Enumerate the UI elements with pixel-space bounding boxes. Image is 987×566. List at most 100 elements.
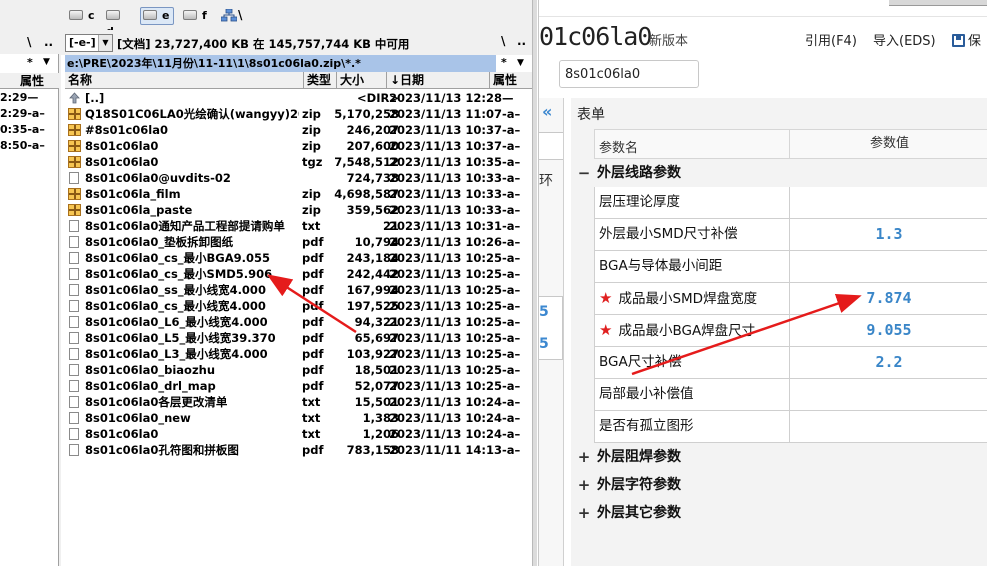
job-search-input[interactable]: [559, 60, 699, 88]
file-icon: [69, 300, 79, 312]
file-row[interactable]: 8s01c06la0_cs_最小SMD5.906 pdf 242,442 2023/1…: [65, 266, 532, 282]
left-filter-star[interactable]: *: [27, 56, 33, 69]
up-folder-icon: [68, 92, 81, 104]
drive-d-button[interactable]: d: [103, 7, 133, 38]
file-row[interactable]: 8s01c06la0_ss_最小线宽4.000 pdf 167,994 2023/11…: [65, 282, 532, 298]
left-list-item[interactable]: 8:50-a–: [0, 138, 59, 154]
param-value-cell[interactable]: [789, 251, 987, 282]
param-value-cell[interactable]: 9.055: [789, 315, 987, 346]
expand-icon[interactable]: +: [577, 443, 591, 471]
drive-f-button[interactable]: f: [180, 7, 210, 25]
left-list-item[interactable]: 0:35-a–: [0, 122, 59, 138]
reference-button[interactable]: 引用(F4): [805, 30, 857, 49]
column-date-header[interactable]: ↓日期: [387, 72, 490, 89]
collapse-icon[interactable]: «: [542, 102, 562, 121]
file-name: 8s01c06la0: [85, 139, 159, 153]
param-value-cell[interactable]: 7.874: [789, 283, 987, 314]
archive-icon: [68, 204, 81, 216]
archive-icon: [68, 188, 81, 200]
left-filter-dropdown-icon[interactable]: ▼: [43, 57, 50, 67]
file-row[interactable]: 8s01c06la0_drl_map pdf 52,077 2023/11/13 10…: [65, 378, 532, 394]
group-header[interactable]: + 外层字符参数: [578, 471, 987, 499]
file-row[interactable]: [..] <DIR> 2023/11/13 12:28—: [65, 90, 532, 106]
file-row[interactable]: 8s01c06la0_L6_最小线宽4.000 pdf 94,321 2023/11/…: [65, 314, 532, 330]
file-row[interactable]: 8s01c06la0各层更改清单 txt 15,501 2023/11/13 10:2…: [65, 394, 532, 410]
group-header[interactable]: + 外层其它参数: [578, 499, 987, 527]
file-icon: [69, 172, 79, 184]
collapse-icon[interactable]: −: [577, 159, 591, 187]
filter-star[interactable]: *: [501, 56, 507, 69]
file-icon: [69, 428, 79, 440]
side-tab[interactable]: [539, 132, 563, 160]
file-row[interactable]: 8s01c06la0_L3_最小线宽4.000 pdf 103,927 2023/11…: [65, 346, 532, 362]
file-name: 8s01c06la0@uvdits-02: [85, 171, 231, 185]
group-header[interactable]: + 外层阻焊参数: [578, 443, 987, 471]
file-row[interactable]: #8s01c06la0 zip 246,207 2023/11/13 10:37-a–: [65, 122, 532, 138]
file-row[interactable]: 8s01c06la0通知产品工程部提请购单 txt 21 2023/11/13 10:…: [65, 218, 532, 234]
param-row: BGA尺寸补偿 2.2: [594, 347, 987, 379]
left-file-pane[interactable]: \ .. * ▼ 属性 2:29— 2:29-a– 0:35-a– 8:50-a–: [0, 30, 59, 566]
file-row[interactable]: 8s01c06la0_垫板拆卸图纸 pdf 10,794 2023/11/13 10:…: [65, 234, 532, 250]
file-row[interactable]: 8s01c06la0_cs_最小线宽4.000 pdf 197,525 2023/11…: [65, 298, 532, 314]
param-value-cell[interactable]: 1.3: [789, 219, 987, 250]
file-size: 10,794: [354, 235, 399, 249]
file-name: #8s01c06la0: [85, 123, 169, 137]
left-list-item[interactable]: 2:29—: [0, 90, 59, 106]
new-version-label[interactable]: 新版本: [649, 30, 688, 49]
file-row[interactable]: 8s01c06la0_new txt 1,383 2023/11/13 10:24-a…: [65, 410, 532, 426]
param-value-cell[interactable]: [789, 187, 987, 218]
file-row[interactable]: 8s01c06la0 txt 1,206 2023/11/13 10:24-a–: [65, 426, 532, 442]
left-nav-parent-button[interactable]: ..: [44, 35, 53, 49]
file-size: 15,501: [354, 395, 399, 409]
file-icon: [69, 220, 79, 232]
param-value-cell[interactable]: [789, 379, 987, 410]
file-row[interactable]: 8s01c06la0_cs_最小BGA9.055 pdf 243,184 2023/1…: [65, 250, 532, 266]
file-name: 8s01c06la_paste: [85, 203, 193, 217]
current-path[interactable]: e:\PRE\2023年\11月份\11-11\1\8s01c06la0.zip…: [65, 55, 496, 72]
drive-e-button[interactable]: e: [140, 7, 174, 25]
pane-splitter[interactable]: [532, 0, 537, 566]
file-row[interactable]: 8s01c06la0 tgz 7,548,512 2023/11/13 10:35-a…: [65, 154, 532, 170]
file-row[interactable]: 8s01c06la0@uvdits-02 724,738 2023/11/13 10…: [65, 170, 532, 186]
file-row[interactable]: 8s01c06la0_biaozhu pdf 18,501 2023/11/13 10…: [65, 362, 532, 378]
group-header[interactable]: − 外层线路参数: [578, 159, 987, 187]
left-list-item[interactable]: 2:29-a–: [0, 106, 59, 122]
drive-c-button[interactable]: c: [66, 7, 96, 25]
left-pane-header: 属性: [0, 73, 59, 89]
network-root-label[interactable]: \: [238, 8, 242, 22]
column-name-header[interactable]: 名称: [65, 72, 304, 89]
file-name: 8s01c06la0_L5_最小线宽39.370: [85, 331, 276, 345]
param-name: BGA尺寸补偿: [599, 347, 682, 378]
import-button[interactable]: 导入(EDS): [873, 30, 936, 49]
param-value-cell[interactable]: [789, 411, 987, 442]
side-tab-label: 环: [539, 173, 553, 189]
file-row[interactable]: Q18S01C06LA0光绘确认(wangyy)20... zip 5,170,25…: [65, 106, 532, 122]
save-button[interactable]: 保: [952, 30, 981, 49]
left-attr-header[interactable]: 属性: [20, 73, 44, 89]
param-row: ★ 成品最小BGA焊盘尺寸 9.055: [594, 315, 987, 347]
file-date: 2023/11/13 10:31-a–: [389, 219, 521, 233]
file-row[interactable]: 8s01c06la_paste zip 359,562 2023/11/13 10:3…: [65, 202, 532, 218]
nav-root-button[interactable]: \: [501, 34, 505, 48]
param-value-cell[interactable]: 2.2: [789, 347, 987, 378]
file-size: 1,383: [362, 411, 399, 425]
left-nav-root-button[interactable]: \: [27, 35, 31, 49]
filter-dropdown-icon[interactable]: ▼: [517, 58, 524, 68]
file-row[interactable]: 8s01c06la0孔符图和拼板图 pdf 783,158 2023/11/11 14…: [65, 442, 532, 458]
drive-select[interactable]: [-e-] ▼: [65, 34, 113, 52]
file-row[interactable]: 8s01c06la0 zip 207,600 2023/11/13 10:37-a–: [65, 138, 532, 154]
file-type: pdf: [302, 315, 324, 329]
file-row[interactable]: 8s01c06la0_L5_最小线宽39.370 pdf 65,697 2023/11…: [65, 330, 532, 346]
file-size: 724,738: [346, 171, 399, 185]
network-icon[interactable]: [221, 9, 237, 22]
column-attr-header[interactable]: 属性: [490, 72, 532, 89]
archive-icon: [68, 124, 81, 136]
expand-icon[interactable]: +: [577, 471, 591, 499]
file-row[interactable]: 8s01c06la_film zip 4,698,587 2023/11/13 10:…: [65, 186, 532, 202]
job-title: 01c06la0: [539, 22, 652, 51]
column-type-header[interactable]: 类型: [304, 72, 337, 89]
nav-parent-button[interactable]: ..: [517, 34, 526, 48]
column-size-header[interactable]: 大小: [337, 72, 387, 89]
expand-icon[interactable]: +: [577, 499, 591, 527]
param-name-text: 层压理论厚度: [599, 194, 680, 210]
